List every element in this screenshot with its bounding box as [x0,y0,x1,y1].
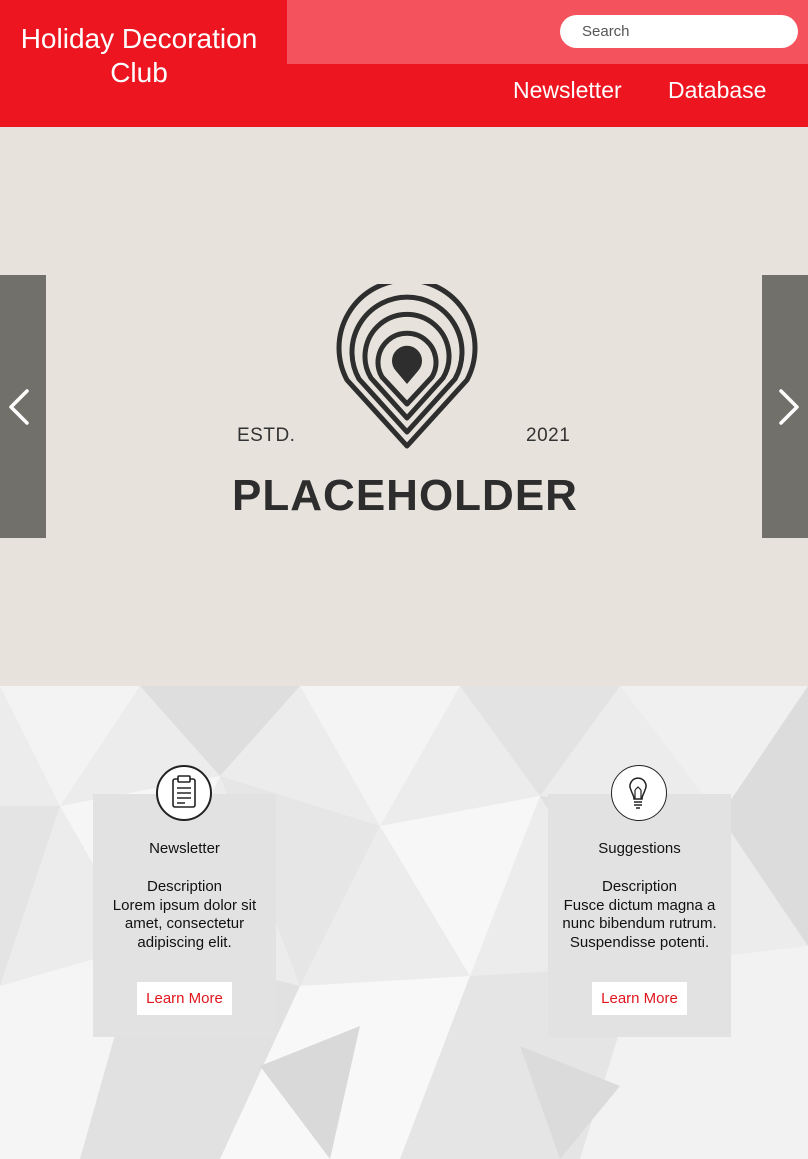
clipboard-icon-badge [156,765,212,821]
card-description: Description Fusce dictum magna a nunc bi… [558,878,721,952]
placeholder-logo: ESTD. 2021 PLACEHOLDER [210,277,600,527]
nav-newsletter[interactable]: Newsletter [513,77,622,104]
newsletter-card: Newsletter Description Lorem ipsum dolor… [93,765,276,1037]
learn-more-button[interactable]: Learn More [137,982,232,1015]
carousel-next-button[interactable] [762,275,808,538]
chevron-right-icon [779,389,799,425]
logo-year-label: 2021 [526,425,571,446]
card-description-heading: Description [601,878,678,895]
search-input[interactable] [582,15,782,48]
card-description: Description Lorem ipsum dolor sit amet, … [103,878,266,952]
search-box[interactable] [560,15,798,48]
nav-database[interactable]: Database [668,77,766,104]
card-description-heading: Description [146,878,223,895]
logo-brand-text: PLACEHOLDER [232,471,578,520]
carousel-prev-button[interactable] [0,275,46,538]
location-pin-icon [336,284,478,449]
card-description-text: Lorem ipsum dolor sit amet, consectetur … [112,896,257,951]
site-title[interactable]: Holiday Decoration Club [0,22,278,90]
card-title: Suggestions [598,840,681,857]
lightbulb-icon-badge [611,765,667,821]
logo-estd-label: ESTD. [237,425,296,446]
card-title: Newsletter [149,840,220,857]
site-header: Holiday Decoration Club Newsletter Datab… [0,0,808,127]
hero-carousel: ESTD. 2021 PLACEHOLDER [0,127,808,686]
card-description-text: Fusce dictum magna a nunc bibendum rutru… [562,896,717,951]
clipboard-icon [172,775,196,808]
features-section: Newsletter Description Lorem ipsum dolor… [0,686,808,1159]
suggestions-card: Suggestions Description Fusce dictum mag… [548,765,731,1037]
chevron-left-icon [9,389,29,425]
lightbulb-icon [629,777,647,809]
learn-more-button[interactable]: Learn More [592,982,687,1015]
